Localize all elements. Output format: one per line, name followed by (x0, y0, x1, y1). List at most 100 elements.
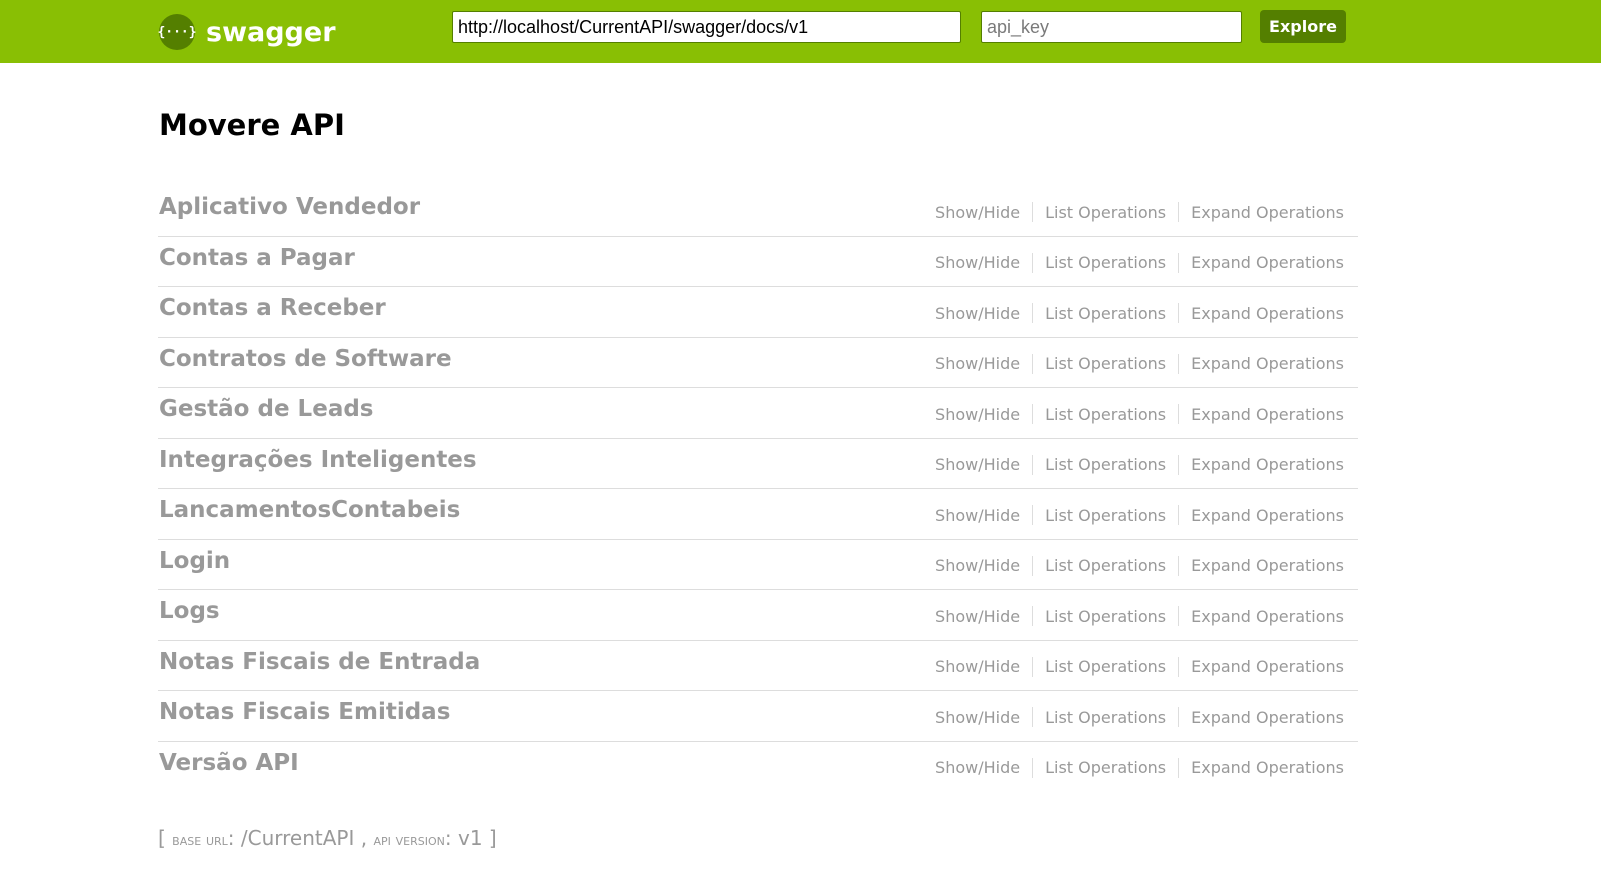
resource-item: Notas Fiscais de Entrada Show/Hide List … (158, 641, 1358, 691)
options-divider (1178, 353, 1180, 374)
show-hide-link[interactable]: Show/Hide (935, 405, 1020, 424)
expand-operations-link[interactable]: Expand Operations (1191, 506, 1344, 525)
expand-operations-link[interactable]: Expand Operations (1191, 354, 1344, 373)
list-operations-link[interactable]: List Operations (1045, 708, 1166, 727)
list-operations-link[interactable]: List Operations (1045, 203, 1166, 222)
list-operations-link[interactable]: List Operations (1045, 556, 1166, 575)
options-divider (1032, 353, 1034, 374)
show-hide-link[interactable]: Show/Hide (935, 708, 1020, 727)
footer-open-bracket: [ (158, 826, 166, 850)
show-hide-link[interactable]: Show/Hide (935, 556, 1020, 575)
options-divider (1178, 757, 1180, 778)
resource-options: Show/Hide List Operations Expand Operati… (935, 454, 1344, 475)
list-operations-link[interactable]: List Operations (1045, 607, 1166, 626)
api-version-label: api version (373, 831, 445, 849)
show-hide-link[interactable]: Show/Hide (935, 304, 1020, 323)
options-divider (1178, 404, 1180, 424)
resource-item: LancamentosContabeis Show/Hide List Oper… (158, 489, 1358, 540)
resource-item: Versão API Show/Hide List Operations Exp… (158, 742, 1358, 793)
resource-list: Aplicativo Vendedor Show/Hide List Opera… (158, 186, 1358, 792)
brand-name: swagger (206, 16, 336, 48)
resource-options: Show/Hide List Operations Expand Operati… (935, 202, 1344, 222)
show-hide-link[interactable]: Show/Hide (935, 758, 1020, 777)
api-version-value: v1 (457, 826, 483, 850)
resource-name-link[interactable]: Integrações Inteligentes (159, 447, 477, 473)
show-hide-link[interactable]: Show/Hide (935, 253, 1020, 272)
expand-operations-link[interactable]: Expand Operations (1191, 607, 1344, 626)
resource-options: Show/Hide List Operations Expand Operati… (935, 707, 1344, 727)
resource-name-link[interactable]: Versão API (159, 750, 299, 776)
resource-item: Aplicativo Vendedor Show/Hide List Opera… (158, 186, 1358, 237)
options-divider (1178, 505, 1180, 525)
resource-name-link[interactable]: Aplicativo Vendedor (159, 194, 420, 220)
base-url-label: base url (172, 831, 228, 849)
options-divider (1032, 656, 1034, 677)
show-hide-link[interactable]: Show/Hide (935, 203, 1020, 222)
resource-name-link[interactable]: LancamentosContabeis (159, 497, 460, 523)
expand-operations-link[interactable]: Expand Operations (1191, 657, 1344, 676)
resource-options: Show/Hide List Operations Expand Operati… (935, 505, 1344, 525)
resource-item: Gestão de Leads Show/Hide List Operation… (158, 388, 1358, 439)
swagger-logo-icon: {···} (157, 14, 197, 50)
resource-name-link[interactable]: Contratos de Software (159, 346, 452, 372)
options-divider (1032, 303, 1034, 323)
base-url-input[interactable] (452, 11, 961, 43)
expand-operations-link[interactable]: Expand Operations (1191, 758, 1344, 777)
resource-item: Contratos de Software Show/Hide List Ope… (158, 338, 1358, 388)
list-operations-link[interactable]: List Operations (1045, 253, 1166, 272)
resource-item: Contas a Pagar Show/Hide List Operations… (158, 237, 1358, 287)
resource-options: Show/Hide List Operations Expand Operati… (935, 757, 1344, 778)
resource-name-link[interactable]: Contas a Pagar (159, 245, 355, 271)
resource-name-link[interactable]: Notas Fiscais de Entrada (159, 649, 480, 675)
resource-name-link[interactable]: Login (159, 548, 230, 574)
show-hide-link[interactable]: Show/Hide (935, 607, 1020, 626)
options-divider (1032, 202, 1034, 222)
resource-options: Show/Hide List Operations Expand Operati… (935, 555, 1344, 576)
show-hide-link[interactable]: Show/Hide (935, 455, 1020, 474)
explore-button[interactable]: Explore (1260, 10, 1346, 43)
page-title: Movere API (159, 108, 345, 142)
resource-options: Show/Hide List Operations Expand Operati… (935, 353, 1344, 374)
resource-options: Show/Hide List Operations Expand Operati… (935, 404, 1344, 424)
resource-options: Show/Hide List Operations Expand Operati… (935, 303, 1344, 323)
options-divider (1032, 454, 1034, 475)
resource-name-link[interactable]: Notas Fiscais Emitidas (159, 699, 450, 725)
resource-options: Show/Hide List Operations Expand Operati… (935, 606, 1344, 626)
list-operations-link[interactable]: List Operations (1045, 455, 1166, 474)
expand-operations-link[interactable]: Expand Operations (1191, 203, 1344, 222)
resource-name-link[interactable]: Logs (159, 598, 220, 624)
list-operations-link[interactable]: List Operations (1045, 657, 1166, 676)
list-operations-link[interactable]: List Operations (1045, 758, 1166, 777)
resource-name-link[interactable]: Gestão de Leads (159, 396, 374, 422)
options-divider (1032, 757, 1034, 778)
options-divider (1032, 505, 1034, 525)
options-divider (1032, 606, 1034, 626)
options-divider (1178, 454, 1180, 475)
expand-operations-link[interactable]: Expand Operations (1191, 455, 1344, 474)
options-divider (1178, 202, 1180, 222)
options-divider (1032, 555, 1034, 576)
expand-operations-link[interactable]: Expand Operations (1191, 405, 1344, 424)
expand-operations-link[interactable]: Expand Operations (1191, 304, 1344, 323)
api-key-input[interactable] (981, 11, 1242, 43)
options-divider (1032, 404, 1034, 424)
list-operations-link[interactable]: List Operations (1045, 405, 1166, 424)
resource-item: Contas a Receber Show/Hide List Operatio… (158, 287, 1358, 338)
list-operations-link[interactable]: List Operations (1045, 506, 1166, 525)
show-hide-link[interactable]: Show/Hide (935, 506, 1020, 525)
api-info-footer: [ base url: /CurrentAPI , api version: v… (158, 826, 497, 850)
expand-operations-link[interactable]: Expand Operations (1191, 708, 1344, 727)
footer-close-bracket: ] (488, 826, 497, 850)
list-operations-link[interactable]: List Operations (1045, 304, 1166, 323)
resource-name-link[interactable]: Contas a Receber (159, 295, 386, 321)
options-divider (1178, 606, 1180, 626)
show-hide-link[interactable]: Show/Hide (935, 657, 1020, 676)
top-bar: {···} swagger Explore (0, 0, 1601, 63)
expand-operations-link[interactable]: Expand Operations (1191, 253, 1344, 272)
expand-operations-link[interactable]: Expand Operations (1191, 556, 1344, 575)
list-operations-link[interactable]: List Operations (1045, 354, 1166, 373)
swagger-logo[interactable]: {···} swagger (157, 14, 336, 50)
show-hide-link[interactable]: Show/Hide (935, 354, 1020, 373)
resource-item: Integrações Inteligentes Show/Hide List … (158, 439, 1358, 489)
options-divider (1178, 707, 1180, 727)
